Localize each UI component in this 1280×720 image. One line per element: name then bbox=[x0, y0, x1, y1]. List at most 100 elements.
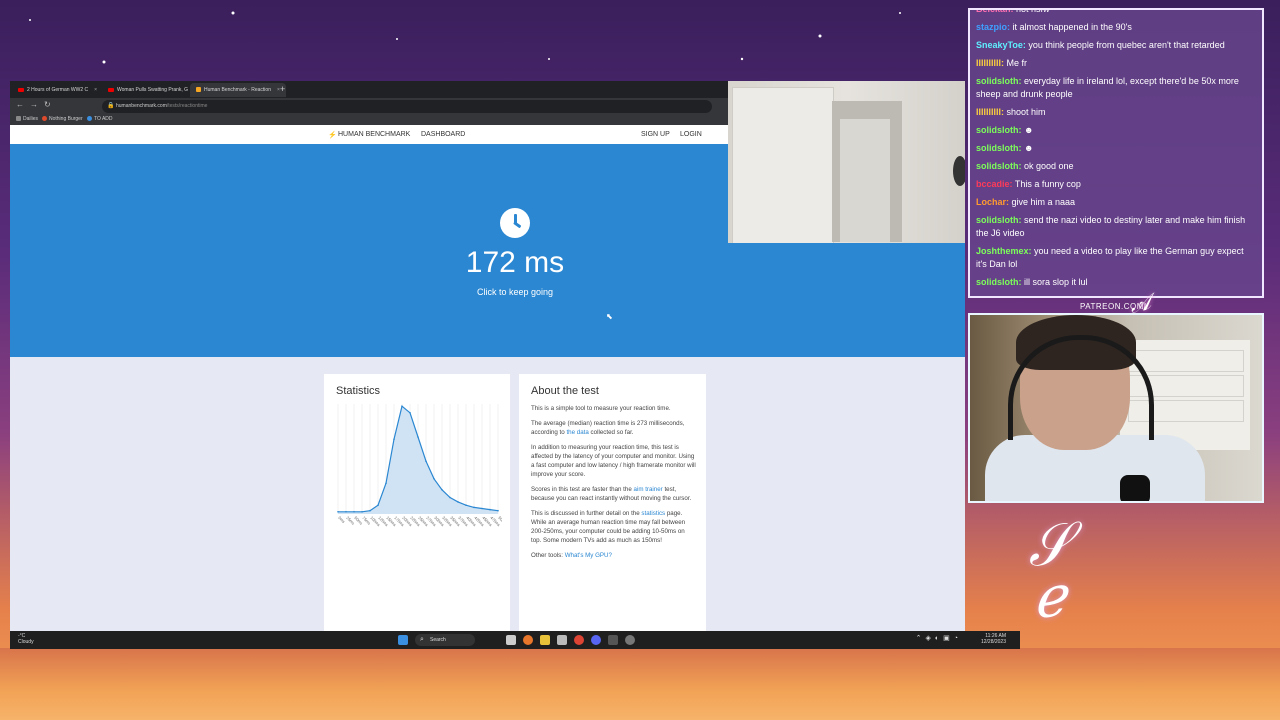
chart-point bbox=[473, 506, 475, 509]
lamp bbox=[953, 156, 965, 186]
chart-point bbox=[337, 511, 339, 513]
site-header: ⚡ HUMAN BENCHMARK DASHBOARD SIGN UP LOGI… bbox=[10, 125, 728, 144]
chat-message: stazpio: it almost happened in the 90's bbox=[970, 21, 1262, 34]
close-icon[interactable]: × bbox=[94, 87, 97, 93]
chart-point bbox=[369, 509, 371, 512]
new-tab-button[interactable]: + bbox=[280, 84, 285, 94]
windows-start-icon[interactable] bbox=[398, 635, 408, 645]
chat-text: ☻ bbox=[1021, 143, 1034, 153]
chat-username: llllllllll: bbox=[976, 107, 1005, 117]
chat-username: Belckan: bbox=[976, 8, 1014, 14]
search-label: Search bbox=[430, 637, 446, 643]
about-text: This is a simple tool to measure your re… bbox=[531, 404, 696, 566]
about-paragraph: This is a simple tool to measure your re… bbox=[531, 405, 671, 412]
keep-going-prompt: Click to keep going bbox=[476, 287, 554, 297]
bookmark-icon bbox=[42, 116, 47, 122]
back-icon[interactable]: ← bbox=[16, 100, 24, 109]
tab-youtube-ww2[interactable]: 2 Hours of German WW2 C × bbox=[12, 83, 103, 97]
app-icon[interactable] bbox=[557, 635, 567, 645]
weather-desc: Cloudy bbox=[18, 639, 34, 645]
door bbox=[732, 87, 834, 243]
chat-message: solidsloth: ☻ bbox=[970, 142, 1262, 155]
date-text: 12/28/2023 bbox=[980, 639, 1006, 645]
firefox-icon[interactable] bbox=[523, 635, 533, 645]
task-view-icon[interactable] bbox=[506, 635, 516, 645]
tab-label: 2 Hours of German WW2 C bbox=[27, 87, 89, 93]
chart-point bbox=[353, 511, 355, 513]
url-input[interactable]: 🔒 humanbenchmark.com/tests/reactiontime bbox=[102, 100, 712, 113]
chat-text: it almost happened in the 90's bbox=[1010, 22, 1132, 32]
data-link[interactable]: the data bbox=[566, 429, 588, 436]
tab-label: Woman Pulls Swatting Prank, G bbox=[117, 87, 189, 93]
chat-message: Lochar: give him a naaa bbox=[970, 196, 1262, 209]
bookmark-to-add[interactable]: TO ADD bbox=[87, 116, 113, 122]
system-tray[interactable]: ⌃◈◐▣◔ bbox=[916, 634, 962, 642]
chart-point bbox=[345, 511, 347, 513]
about-paragraph: Other tools: What's My GPU? bbox=[531, 552, 612, 559]
chat-message: Joshthemex: you need a video to play lik… bbox=[970, 245, 1262, 271]
chart-point bbox=[409, 412, 411, 414]
background-sunset bbox=[0, 648, 1280, 720]
statistics-title: Statistics bbox=[336, 385, 381, 397]
taskbar-search[interactable]: ⌕ Search bbox=[415, 634, 475, 646]
chart-point bbox=[449, 496, 451, 499]
reload-icon[interactable]: ↻ bbox=[44, 100, 51, 109]
login-link[interactable]: LOGIN bbox=[680, 131, 702, 138]
signup-link[interactable]: SIGN UP bbox=[641, 131, 670, 138]
youtube-icon bbox=[18, 87, 24, 92]
tab-youtube-swatting[interactable]: Woman Pulls Swatting Prank, G× bbox=[102, 83, 203, 97]
chart-point bbox=[377, 504, 379, 506]
facecam-feed bbox=[968, 313, 1264, 503]
chat-text: Me fr bbox=[1004, 58, 1028, 68]
hallway bbox=[840, 119, 890, 242]
gpu-link[interactable]: What's My GPU? bbox=[565, 552, 612, 559]
statistics-link[interactable]: statistics bbox=[641, 510, 665, 517]
lock-icon: 🔒 bbox=[107, 103, 115, 109]
settings-icon[interactable] bbox=[625, 635, 635, 645]
chat-message: llllllllll: Me fr bbox=[970, 57, 1262, 70]
aim-trainer-link[interactable]: aim trainer bbox=[634, 486, 663, 493]
chat-message: bccadie: This a funny cop bbox=[970, 178, 1262, 191]
chat-text: not nsfw bbox=[1013, 8, 1050, 14]
bookmarks-bar: Dailies Nothing Burger TO ADD bbox=[10, 115, 728, 125]
site-logo[interactable]: HUMAN BENCHMARK bbox=[338, 131, 410, 138]
chat-text: ill sora slop it lul bbox=[1021, 277, 1088, 287]
reaction-result: 172 ms bbox=[465, 246, 565, 279]
dashboard-link[interactable]: DASHBOARD bbox=[421, 131, 465, 138]
tab-human-benchmark[interactable]: Human Benchmark - Reaction × bbox=[190, 83, 286, 97]
chrome-icon[interactable] bbox=[574, 635, 584, 645]
chart-point bbox=[497, 509, 499, 512]
windows-taskbar: -°C Cloudy ⌕ Search ⌃◈◐▣◔ 11:26 AM 12/28… bbox=[10, 631, 1020, 649]
chat-message: solidsloth: ☻ bbox=[970, 124, 1262, 137]
address-bar-row: ← → ↻ 🔒 humanbenchmark.com/tests/reactio… bbox=[10, 98, 728, 115]
chat-message: solidsloth: ill sora slop it lul bbox=[970, 276, 1262, 289]
chart-point bbox=[481, 507, 483, 510]
tab-label: Human Benchmark - Reaction bbox=[204, 87, 271, 93]
chat-message: llllllllll: shoot him bbox=[970, 106, 1262, 119]
chat-username: stazpio: bbox=[976, 22, 1011, 32]
url-path: /tests/reactiontime bbox=[166, 103, 208, 109]
chart-point bbox=[465, 504, 467, 506]
about-card: About the test This is a simple tool to … bbox=[519, 374, 706, 649]
human-benchmark-icon bbox=[196, 87, 201, 93]
room-camera-feed bbox=[728, 81, 965, 243]
search-icon: ⌕ bbox=[420, 636, 424, 643]
bookmark-nothing-burger[interactable]: Nothing Burger bbox=[42, 116, 83, 122]
chat-username: bccadie: bbox=[976, 179, 1013, 189]
bookmark-dailies[interactable]: Dailies bbox=[16, 116, 38, 122]
chart-point bbox=[385, 482, 387, 484]
file-explorer-icon[interactable] bbox=[540, 635, 550, 645]
weather-widget[interactable]: -°C Cloudy bbox=[18, 633, 34, 645]
chat-text: ☻ bbox=[1021, 125, 1034, 135]
chart-point bbox=[457, 501, 459, 503]
chart-point bbox=[425, 460, 427, 462]
chat-username: SneakyToe: bbox=[976, 40, 1026, 50]
chat-message-list: Belckan: not nsfw stazpio: it almost happ… bbox=[970, 8, 1262, 294]
forward-icon[interactable]: → bbox=[30, 100, 38, 109]
clock[interactable]: 11:26 AM 12/28/2023 bbox=[981, 633, 1006, 645]
chat-message: solidsloth: everyday life in ireland lol… bbox=[970, 75, 1262, 101]
obs-icon[interactable] bbox=[608, 635, 618, 645]
discord-icon[interactable] bbox=[591, 635, 601, 645]
statistics-card: Statistics 0ms 25ms 50ms 75ms 100ms 125ms 150m… bbox=[324, 374, 510, 649]
chart-point bbox=[433, 478, 435, 480]
